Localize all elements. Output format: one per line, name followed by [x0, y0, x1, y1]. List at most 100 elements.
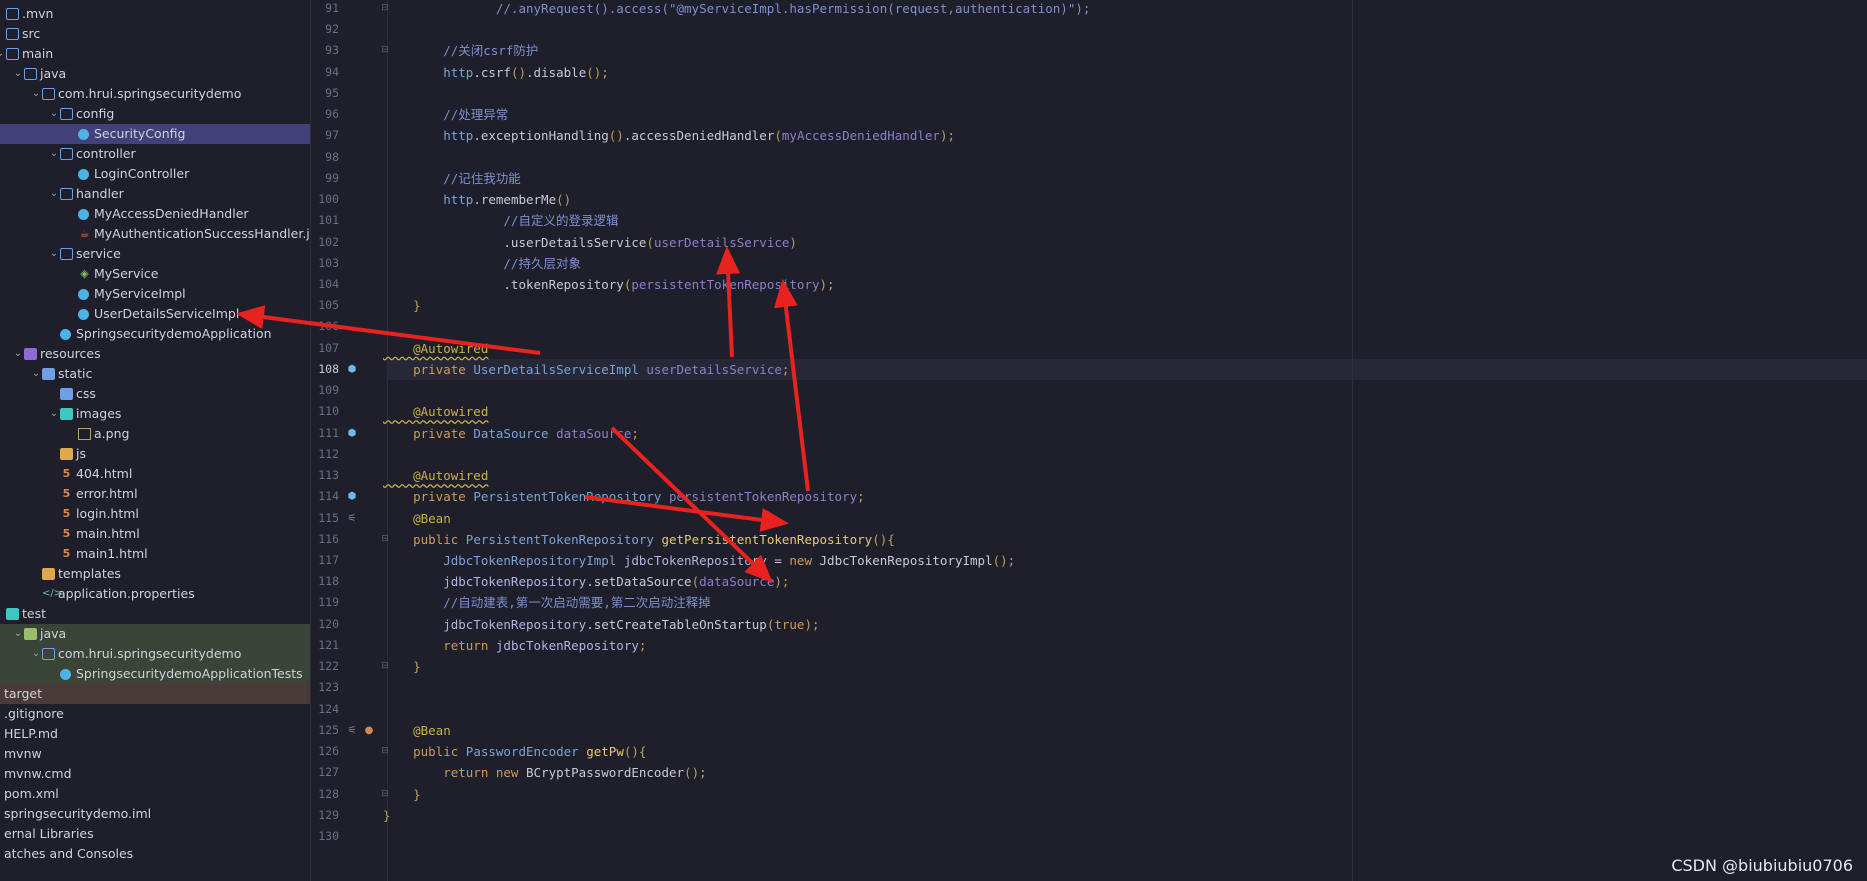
tree-item[interactable]: ⌄main [0, 44, 310, 64]
tree-item[interactable]: ⌄ java [0, 624, 310, 645]
spring-bean-icon[interactable]: ⬢ [346, 423, 358, 444]
tree-item[interactable]: src [0, 24, 310, 44]
tree-item[interactable]: 5 main1.html [0, 544, 310, 564]
code-line[interactable]: //关闭csrf防护 [383, 40, 538, 61]
code-line[interactable]: http.exceptionHandling().accessDeniedHan… [383, 125, 955, 146]
chevron-down-icon[interactable]: ⌄ [30, 84, 42, 104]
code-line[interactable]: //处理异常 [383, 104, 508, 125]
chevron-down-icon[interactable]: ⌄ [12, 64, 24, 84]
tree-item[interactable]: atches and Consoles [0, 844, 310, 864]
tree-item[interactable]: SpringsecuritydemoApplication [0, 324, 310, 344]
code-line[interactable]: } [383, 295, 421, 316]
tree-item[interactable]: ⌄ service [0, 244, 310, 264]
java-class-icon [78, 128, 89, 140]
code-line[interactable]: @Autowired [383, 401, 488, 422]
spring-bean-icon[interactable]: ⬢ [346, 359, 358, 380]
chevron-down-icon[interactable]: ⌄ [48, 144, 60, 164]
tree-item[interactable]: ⌄ config [0, 104, 310, 124]
tree-item[interactable]: ⌄ com.hrui.springsecuritydemo [0, 644, 310, 665]
navigate-icon[interactable]: ⚟ [346, 508, 358, 529]
tree-item[interactable]: HELP.md [0, 724, 310, 744]
tree-item[interactable]: MyServiceImpl [0, 284, 310, 304]
code-line[interactable]: } [383, 656, 421, 677]
code-line[interactable]: } [383, 784, 421, 805]
code-line[interactable]: //自动建表,第一次启动需要,第二次启动注释掉 [383, 592, 711, 613]
tree-item[interactable]: a.png [0, 424, 310, 444]
chevron-down-icon[interactable]: ⌄ [48, 244, 60, 264]
line-number: 108 [318, 361, 339, 376]
code-line[interactable]: @Autowired [383, 338, 488, 359]
code-line[interactable]: return new BCryptPasswordEncoder(); [383, 762, 706, 783]
code-line[interactable]: http.csrf().disable(); [383, 62, 609, 83]
code-line[interactable]: private PersistentTokenRepository persis… [383, 486, 865, 507]
tree-item[interactable]: mvnw.cmd [0, 764, 310, 784]
chevron-down-icon[interactable]: ⌄ [48, 184, 60, 204]
chevron-down-icon[interactable]: ⌄ [12, 624, 24, 644]
chevron-down-icon[interactable]: ⌄ [48, 104, 60, 124]
tree-item[interactable]: ⌄ images [0, 404, 310, 424]
tree-item[interactable]: css [0, 384, 310, 404]
code-line[interactable]: @Bean [383, 508, 451, 529]
tree-item[interactable]: springsecuritydemo.iml [0, 804, 310, 824]
code-token: .rememberMe [473, 192, 557, 208]
tree-item[interactable]: 5 error.html [0, 484, 310, 504]
tree-item[interactable]: js [0, 444, 310, 464]
tree-item[interactable]: UserDetailsServiceImpl [0, 304, 310, 324]
code-line[interactable]: JdbcTokenRepositoryImpl jdbcTokenReposit… [383, 550, 1015, 571]
tree-item[interactable]: ⌄ com.hrui.springsecuritydemo [0, 84, 310, 104]
tree-item[interactable]: 5 main.html [0, 524, 310, 544]
navigate-icon[interactable]: ⚟ [346, 720, 358, 741]
code-line[interactable]: .userDetailsService(userDetailsService) [383, 232, 797, 253]
tree-item[interactable]: ⌄ static [0, 364, 310, 384]
code-editor[interactable]: //.anyRequest().access("@myServiceImpl.h… [383, 0, 1867, 881]
chevron-down-icon[interactable]: ⌄ [30, 364, 42, 384]
chevron-down-icon[interactable]: ⌄ [48, 404, 60, 424]
tree-item[interactable]: pom.xml [0, 784, 310, 804]
code-line[interactable]: public PasswordEncoder getPw(){ [383, 741, 646, 762]
spring-bean-icon[interactable]: ⬢ [346, 486, 358, 507]
tree-item[interactable]: ⌄ java [0, 64, 310, 84]
tree-item[interactable]: ernal Libraries [0, 824, 310, 844]
code-line[interactable]: private UserDetailsServiceImpl userDetai… [383, 359, 789, 380]
code-line[interactable]: //持久层对象 [383, 253, 581, 274]
code-line[interactable]: //.anyRequest().access("@myServiceImpl.h… [383, 0, 1091, 19]
code-line[interactable]: jdbcTokenRepository.setDataSource(dataSo… [383, 571, 789, 592]
tree-item[interactable]: target [0, 684, 310, 705]
bean-method-icon[interactable]: ● [363, 720, 375, 741]
tree-item[interactable]: ⌄ resources [0, 344, 310, 364]
tree-item[interactable]: mvnw [0, 744, 310, 764]
tree-item[interactable]: LoginController [0, 164, 310, 184]
tree-item[interactable]: templates [0, 564, 310, 584]
tree-item[interactable]: ☕ MyAuthenticationSuccessHandler.java [0, 224, 310, 244]
chevron-down-icon[interactable]: ⌄ [30, 644, 42, 664]
code-line[interactable]: .tokenRepository(persistentTokenReposito… [383, 274, 834, 295]
tree-item[interactable]: .mvn [0, 4, 310, 24]
tree-item-label: ernal Libraries [4, 826, 94, 842]
code-line[interactable]: } [383, 805, 391, 826]
code-line[interactable]: http.rememberMe() [383, 189, 571, 210]
tree-item[interactable]: SecurityConfig [0, 123, 310, 144]
code-line[interactable]: @Bean [383, 720, 451, 741]
tree-item[interactable]: ⌄ controller [0, 144, 310, 164]
code-token: () [556, 192, 572, 208]
code-line[interactable]: //自定义的登录逻辑 [383, 210, 618, 231]
tree-item[interactable]: MyAccessDeniedHandler [0, 204, 310, 224]
tree-item[interactable]: ⌄ handler [0, 184, 310, 204]
code-line[interactable]: @Autowired [383, 465, 488, 486]
code-line[interactable]: return jdbcTokenRepository; [383, 635, 646, 656]
tree-item[interactable]: </> application.properties [0, 584, 310, 604]
code-token: ; [947, 128, 955, 144]
tree-item[interactable]: .gitignore [0, 704, 310, 724]
tree-item[interactable]: 5 404.html [0, 464, 310, 484]
tree-item[interactable]: ◈ MyService [0, 264, 310, 284]
code-line[interactable]: public PersistentTokenRepository getPers… [383, 529, 895, 550]
tree-item[interactable]: SpringsecuritydemoApplicationTests [0, 664, 310, 685]
chevron-down-icon[interactable]: ⌄ [12, 344, 24, 364]
code-token: } [383, 807, 391, 823]
tree-item[interactable]: test [0, 604, 310, 624]
code-line[interactable]: private DataSource dataSource; [383, 423, 639, 444]
code-token: jdbcTokenRepository [495, 637, 639, 653]
code-line[interactable]: //记住我功能 [383, 168, 521, 189]
code-line[interactable]: jdbcTokenRepository.setCreateTableOnStar… [383, 614, 819, 635]
tree-item[interactable]: 5 login.html [0, 504, 310, 524]
